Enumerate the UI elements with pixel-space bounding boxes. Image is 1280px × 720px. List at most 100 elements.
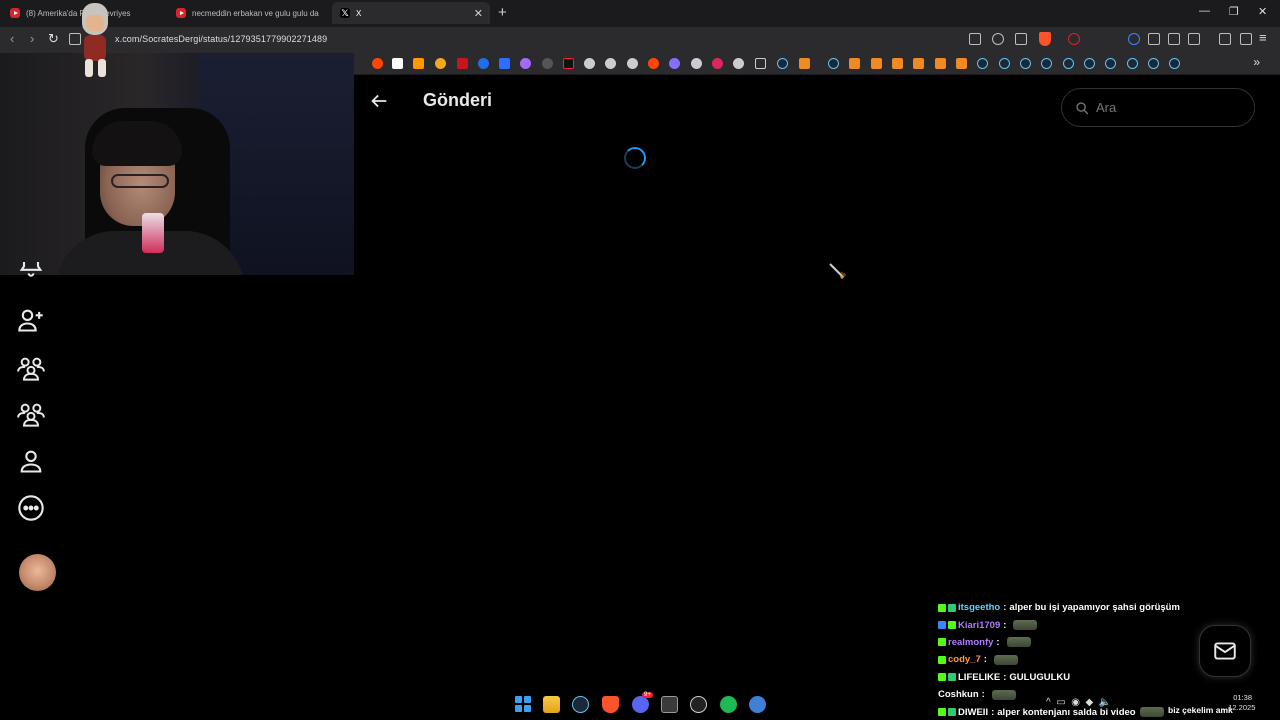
- search-input[interactable]: [1096, 100, 1236, 115]
- globe-bookmark-icon[interactable]: [627, 58, 638, 69]
- bookmark-icon[interactable]: [871, 58, 882, 69]
- bookmark-icon[interactable]: [542, 58, 553, 69]
- reddit-bookmark-icon[interactable]: [372, 58, 383, 69]
- browser-tab-strip: (8) Amerika'da P... e Devriyes necmeddin…: [0, 0, 1280, 27]
- close-window-icon[interactable]: ✕: [1258, 5, 1267, 18]
- folder-bookmark-icon[interactable]: [755, 58, 766, 69]
- reddit-bookmark-icon[interactable]: [648, 58, 659, 69]
- steam-bookmark-icon[interactable]: [977, 58, 988, 69]
- mascot-figure: [76, 3, 116, 79]
- bookmark-icon[interactable]: [799, 58, 810, 69]
- notifications-icon[interactable]: [17, 262, 45, 278]
- app-taskbar-icon[interactable]: [661, 696, 678, 713]
- extensions-puzzle-icon[interactable]: [1168, 33, 1180, 45]
- bookmark-icon[interactable]: [712, 58, 723, 69]
- follow-icon[interactable]: [17, 306, 45, 334]
- translate-icon[interactable]: [1148, 33, 1160, 45]
- app-taskbar-icon[interactable]: [749, 696, 766, 713]
- new-tab-button[interactable]: +: [498, 4, 507, 21]
- clock-time: 01:38: [1233, 693, 1252, 702]
- glasses: [111, 174, 169, 188]
- bookmark-icon[interactable]: [563, 58, 574, 69]
- forward-nav-icon[interactable]: ›: [30, 31, 34, 46]
- share-icon[interactable]: [1015, 33, 1027, 45]
- messages-button[interactable]: [1199, 625, 1251, 677]
- bookmark-icon[interactable]: [849, 58, 860, 69]
- bookmark-icon[interactable]: [733, 58, 744, 69]
- windows-start-icon[interactable]: [515, 696, 531, 712]
- chat-message: Kiari1709:: [938, 616, 1238, 633]
- sidebar-icon[interactable]: [1188, 33, 1200, 45]
- steam-bookmark-icon[interactable]: [828, 58, 839, 69]
- globe-bookmark-icon[interactable]: [605, 58, 616, 69]
- tab-title: X: [356, 8, 362, 18]
- steam-bookmark-icon[interactable]: [1084, 58, 1095, 69]
- steam-bookmark-icon[interactable]: [1063, 58, 1074, 69]
- bookmark-icon[interactable]: [956, 58, 967, 69]
- communities-icon[interactable]: [17, 354, 45, 382]
- avatar[interactable]: [19, 554, 56, 591]
- bookmark-icon[interactable]: [499, 58, 510, 69]
- bookmark-icon[interactable]: [892, 58, 903, 69]
- back-button[interactable]: [368, 90, 390, 112]
- steam-bookmark-icon[interactable]: [777, 58, 788, 69]
- app-taskbar-icon[interactable]: [690, 696, 707, 713]
- back-nav-icon[interactable]: ‹: [10, 31, 14, 46]
- chat-badge-icon: [948, 673, 956, 682]
- spotify-taskbar-icon[interactable]: [720, 696, 737, 713]
- more-icon[interactable]: [17, 494, 45, 522]
- bookmark-icon[interactable]: [913, 58, 924, 69]
- close-tab-icon[interactable]: ✕: [474, 7, 483, 20]
- steam-bookmark-icon[interactable]: [1020, 58, 1031, 69]
- download-icon[interactable]: [1219, 33, 1231, 45]
- steam-bookmark-icon[interactable]: [1169, 58, 1180, 69]
- bookmark-icon[interactable]: [457, 58, 468, 69]
- steam-bookmark-icon[interactable]: [1041, 58, 1052, 69]
- zoom-icon[interactable]: [992, 33, 1004, 45]
- webcam-overlay: [0, 53, 354, 275]
- taskbar-clock[interactable]: 01:38 ...12.2025: [1222, 693, 1256, 713]
- clock-date: ...12.2025: [1222, 703, 1256, 712]
- extension-icon[interactable]: [1128, 33, 1140, 45]
- media-icon[interactable]: [1240, 33, 1252, 45]
- p-bookmark-icon[interactable]: [392, 58, 403, 69]
- menu-icon[interactable]: ≡: [1259, 30, 1267, 45]
- bookmark-icon[interactable]: [520, 58, 531, 69]
- address-bar[interactable]: x.com/SocratesDergi/status/1279351779902…: [115, 34, 327, 44]
- browser-tab-3[interactable]: 𝕏 X ✕: [332, 2, 490, 24]
- globe-bookmark-icon[interactable]: [584, 58, 595, 69]
- steam-taskbar-icon[interactable]: [572, 696, 589, 713]
- restore-icon[interactable]: ❐: [1229, 5, 1239, 18]
- bookmark-icon[interactable]: [435, 58, 446, 69]
- bookmark-icon[interactable]: [669, 58, 680, 69]
- brave-taskbar-icon[interactable]: [602, 696, 619, 713]
- minimize-icon[interactable]: —: [1199, 5, 1210, 17]
- chat-badge-icon: [948, 603, 956, 612]
- browser-tab-2[interactable]: necmeddin erbakan ve gulu gulu da: [168, 2, 328, 24]
- steam-bookmark-icon[interactable]: [1148, 58, 1159, 69]
- globe-bookmark-icon[interactable]: [691, 58, 702, 69]
- chat-badge-icon: [938, 621, 946, 630]
- profile-icon[interactable]: [17, 447, 45, 475]
- brave-shield-icon[interactable]: [1039, 32, 1051, 46]
- bookmark-icon[interactable]: [935, 58, 946, 69]
- more-bookmarks-icon[interactable]: »: [1253, 55, 1260, 69]
- chat-username: itsgeetho: [958, 602, 1001, 614]
- ublock-icon[interactable]: [1068, 33, 1080, 45]
- discord-taskbar-icon[interactable]: [632, 696, 649, 713]
- steam-bookmark-icon[interactable]: [999, 58, 1010, 69]
- chat-emote-icon: [1006, 637, 1031, 648]
- chat-emote-icon: [1013, 620, 1038, 631]
- steam-bookmark-icon[interactable]: [1127, 58, 1138, 69]
- bookmark-icon[interactable]: [478, 58, 489, 69]
- chat-message: cody_7:: [938, 651, 1238, 668]
- tab-title: necmeddin erbakan ve gulu gulu da: [192, 8, 319, 18]
- communities-icon[interactable]: [17, 400, 45, 428]
- system-tray[interactable]: ^ ▭ ◉ ◆ 🔈: [1046, 697, 1117, 708]
- reload-icon[interactable]: ↻: [48, 31, 59, 47]
- search-box[interactable]: [1061, 88, 1255, 127]
- file-explorer-icon[interactable]: [543, 696, 560, 713]
- amazon-bookmark-icon[interactable]: [413, 58, 424, 69]
- steam-bookmark-icon[interactable]: [1105, 58, 1116, 69]
- cast-icon[interactable]: [969, 33, 981, 45]
